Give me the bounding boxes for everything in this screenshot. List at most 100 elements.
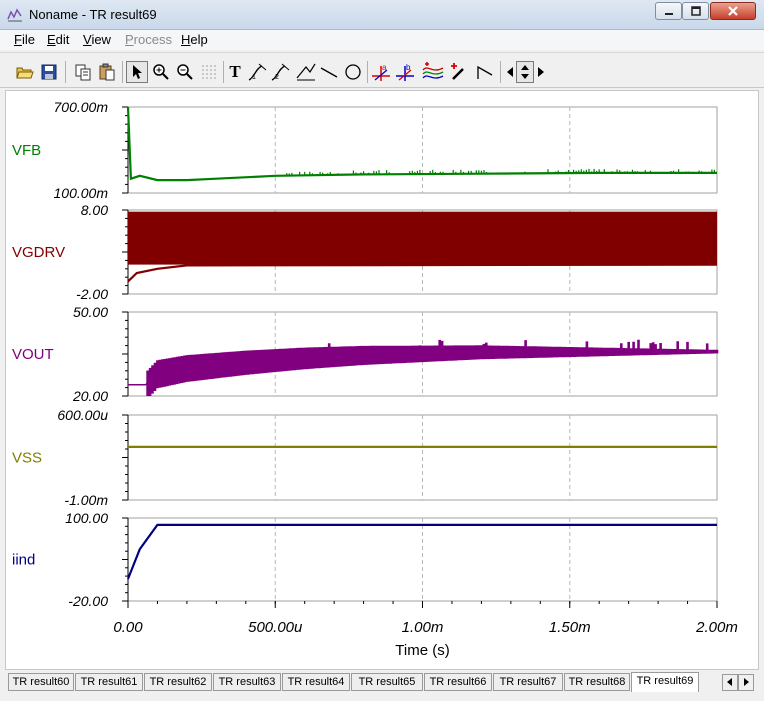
y-tick-label-bottom: -20.00 (68, 593, 108, 609)
x-tick-label: 2.00m (695, 619, 738, 636)
y-tick-label-bottom: -1.00m (64, 492, 108, 508)
tab-scroll-right-button[interactable] (738, 674, 754, 691)
picker-icon (451, 63, 464, 80)
x-axis-label: Time (s) (395, 642, 449, 659)
arrow-left-icon (727, 678, 732, 686)
maximize-icon (690, 6, 701, 16)
pointer-button[interactable] (126, 61, 148, 83)
series-label-vss: VSS (12, 450, 42, 467)
maximize-button[interactable] (682, 2, 709, 20)
curves-icon (422, 62, 444, 79)
curves-button[interactable] (422, 61, 444, 83)
arrow-right-icon (744, 678, 749, 686)
nav-right-button[interactable] (534, 61, 548, 83)
toolbar: T 1 2 a b (0, 52, 764, 88)
menu-edit[interactable]: Edit (47, 32, 69, 47)
marker-a-button[interactable]: a (370, 61, 392, 83)
zoom-in-icon (153, 64, 169, 80)
nav-left-button[interactable] (503, 61, 517, 83)
waveform-chart[interactable]: 700.00m 100.00m VFB 8.00 -2.00 VGDRV 50.00 20.0… (6, 91, 758, 669)
y-tick-label-bottom: 20.00 (72, 388, 108, 404)
toolbar-separator (122, 61, 123, 83)
tab-tr-result68[interactable]: TR result68 (564, 673, 630, 691)
zoom-in-button[interactable] (150, 61, 172, 83)
slope-button[interactable] (295, 61, 317, 83)
tab-tr-result69[interactable]: TR result69 (631, 672, 699, 692)
menu-file[interactable]: File (14, 32, 35, 47)
y-tick-label-bottom: -2.00 (76, 286, 108, 302)
series-label-vout: VOUT (12, 346, 54, 363)
plot-panel-vfb[interactable] (122, 106, 718, 194)
series-label-vfb: VFB (12, 142, 41, 159)
cursor-a-icon: 1 (248, 63, 267, 81)
nav-updown-button[interactable] (516, 61, 534, 83)
open-button[interactable] (14, 61, 36, 83)
svg-text:b: b (406, 63, 411, 72)
cursor-b-icon: 2 (271, 63, 290, 81)
ellipse-tool-icon (345, 64, 361, 80)
nav-right-icon (538, 67, 544, 77)
series-label-vgdrv: VGDRV (12, 244, 65, 261)
tab-tr-result65[interactable]: TR result65 (351, 673, 423, 691)
save-button[interactable] (38, 61, 60, 83)
y-tick-label-top: 600.00u (57, 407, 108, 423)
toolbar-separator (500, 61, 501, 83)
ellipse-tool-button[interactable] (342, 61, 364, 83)
tab-tr-result63[interactable]: TR result63 (213, 673, 281, 691)
nav-left-icon (507, 67, 513, 77)
zoom-out-button[interactable] (174, 61, 196, 83)
plot-panel-vss[interactable] (122, 414, 718, 501)
cursor-b-button[interactable]: 2 (270, 61, 292, 83)
marker-a-icon: a (372, 63, 390, 81)
close-button[interactable] (710, 2, 756, 20)
line-tool-button[interactable] (318, 61, 340, 83)
x-tick-label: 0.00 (113, 619, 143, 636)
minimize-button[interactable] (655, 2, 682, 20)
svg-text:2: 2 (275, 74, 279, 81)
angle-button[interactable] (474, 61, 496, 83)
pointer-icon (133, 65, 142, 79)
tab-tr-result67[interactable]: TR result67 (493, 673, 563, 691)
tab-tr-result62[interactable]: TR result62 (144, 673, 212, 691)
open-folder-icon (16, 67, 34, 79)
text-tool-button[interactable]: T (224, 61, 246, 83)
menu-process[interactable]: Process (125, 32, 172, 47)
text-tool-icon: T (229, 62, 241, 81)
nav-updown-icon (521, 65, 529, 79)
y-tick-label-top: 700.00m (54, 99, 109, 115)
tab-tr-result61[interactable]: TR result61 (75, 673, 143, 691)
svg-text:a: a (382, 63, 387, 72)
grid-icon (202, 65, 216, 79)
series-band-vgdrv (128, 211, 717, 265)
y-tick-label-top: 50.00 (73, 304, 108, 320)
slope-icon (296, 63, 316, 81)
zoom-out-icon (177, 64, 193, 80)
window-title: Noname - TR result69 (29, 7, 157, 22)
cursor-a-button[interactable]: 1 (247, 61, 269, 83)
copy-button[interactable] (72, 61, 94, 83)
tab-tr-result64[interactable]: TR result64 (282, 673, 350, 691)
plot-panel-iind[interactable] (122, 517, 718, 602)
tab-scroll-left-button[interactable] (722, 674, 738, 691)
y-tick-label-top: 8.00 (81, 202, 108, 218)
y-tick-label-top: 100.00 (65, 510, 108, 526)
menu-help[interactable]: Help (181, 32, 208, 47)
svg-text:1: 1 (252, 74, 256, 81)
menu-view[interactable]: View (83, 32, 111, 47)
x-tick-label: 500.00u (248, 619, 303, 636)
app-icon (7, 8, 22, 22)
waveform-chart-area[interactable]: 700.00m 100.00m VFB 8.00 -2.00 VGDRV 50.00 20.0… (5, 90, 759, 670)
marker-b-button[interactable]: b (394, 61, 416, 83)
grid-button[interactable] (198, 61, 220, 83)
tab-tr-result66[interactable]: TR result66 (424, 673, 492, 691)
picker-button[interactable] (448, 61, 470, 83)
plot-panel-vgdrv[interactable] (122, 209, 718, 295)
title-bar: Noname - TR result69 (0, 0, 764, 30)
y-tick-label-bottom: 100.00m (54, 185, 109, 201)
tab-tr-result60[interactable]: TR result60 (8, 673, 74, 691)
plot-panel-vout[interactable] (122, 311, 719, 397)
angle-icon (477, 65, 493, 79)
result-tab-strip: TR result60 TR result61 TR result62 TR resu… (0, 672, 764, 701)
copy-icon (75, 64, 91, 81)
paste-button[interactable] (96, 61, 118, 83)
